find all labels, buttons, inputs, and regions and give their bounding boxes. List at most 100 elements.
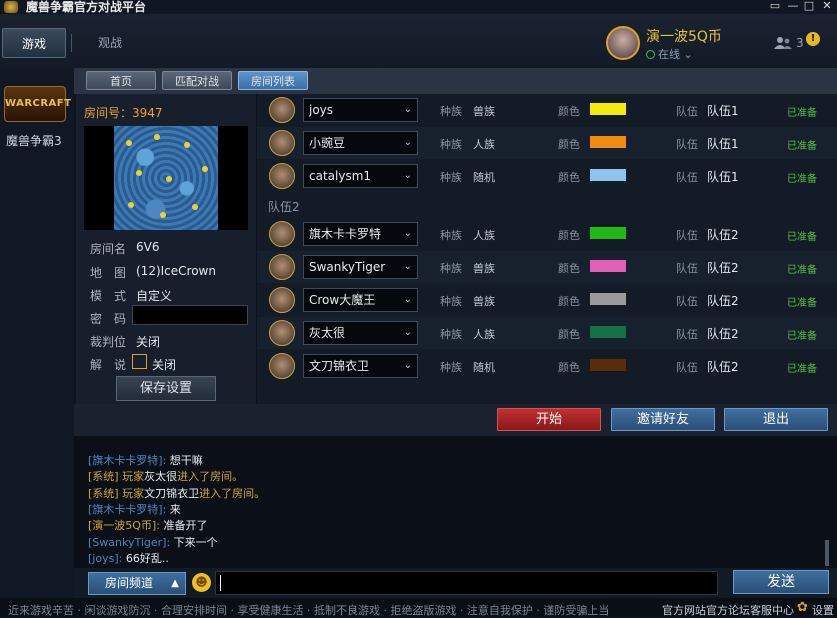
- player-name-select[interactable]: Crow大魔王 ⌄: [303, 288, 418, 312]
- race-label: 种族: [440, 262, 462, 275]
- ready-status: 已准备: [787, 364, 817, 375]
- send-button[interactable]: 发送: [733, 570, 829, 594]
- top-bar: 游戏 观战 演一波5Q币 在线 ⌄ 3 !: [0, 14, 837, 70]
- online-status-label: 在线 ⌄: [658, 48, 693, 61]
- exit-button[interactable]: 退出: [724, 408, 828, 431]
- password-field[interactable]: [132, 305, 248, 325]
- player-name-select[interactable]: 文刀锦衣卫 ⌄: [303, 354, 418, 378]
- username[interactable]: 演一波5Q币: [646, 26, 722, 46]
- chat-sender: [演一波5Q币]:: [88, 519, 160, 532]
- chat-sender: [SwankyTiger]:: [88, 536, 171, 549]
- chat-log[interactable]: [旗木卡卡罗特]: 想干嘛 [系统] 玩家灰太很进入了房间。 [系统] 玩家文刀…: [74, 436, 837, 568]
- race-label: 种族: [440, 171, 462, 184]
- player-avatar[interactable]: [269, 130, 295, 156]
- online-status[interactable]: 在线 ⌄: [646, 46, 693, 62]
- player-team: 队伍2: [707, 327, 739, 341]
- alert-icon[interactable]: !: [806, 32, 820, 46]
- player-avatar[interactable]: [269, 254, 295, 280]
- sidebar: WARCRAFT 魔兽争霸3: [0, 70, 74, 616]
- player-name: 灰太很: [309, 326, 346, 340]
- tab-watch[interactable]: 观战: [80, 28, 140, 58]
- chat-player-name: 灰太很: [144, 470, 178, 483]
- team-label: 队伍: [676, 138, 698, 151]
- tab-divider: [71, 34, 72, 52]
- sidebar-item-warcraft3[interactable]: 魔兽争霸3: [6, 132, 62, 149]
- chevron-down-icon: ⌄: [403, 228, 412, 239]
- player-list: joys ⌄ 种族 兽族 颜色 队伍 队伍1 已准备 小豌豆 ⌄ 种族 人族 颜色 队伍队…: [257, 94, 837, 404]
- map-preview: [84, 126, 248, 230]
- chat-text: 66好乱..: [122, 552, 169, 565]
- action-bar: 开始 邀请好友 退出: [74, 404, 837, 436]
- friends-icon[interactable]: [774, 36, 792, 50]
- commentary-checkbox[interactable]: [132, 354, 147, 369]
- chat-text: 想干嘛: [166, 454, 203, 467]
- player-race: 随机: [473, 361, 495, 374]
- player-name-select[interactable]: 灰太很 ⌄: [303, 321, 418, 345]
- save-settings-button[interactable]: 保存设置: [116, 376, 216, 401]
- color-label: 颜色: [558, 138, 580, 151]
- start-button[interactable]: 开始: [497, 408, 601, 431]
- color-label: 颜色: [558, 328, 580, 341]
- maximize-button[interactable]: □: [800, 0, 818, 14]
- channel-select[interactable]: 房间频道 ▲: [88, 572, 186, 595]
- sub-tabs: 首页 匹配对战 房间列表: [74, 68, 837, 94]
- player-team: 队伍2: [707, 294, 739, 308]
- player-color-swatch[interactable]: [590, 136, 626, 148]
- team-label: 队伍: [676, 295, 698, 308]
- player-avatar[interactable]: [269, 163, 295, 189]
- player-name-select[interactable]: SwankyTiger ⌄: [303, 255, 418, 279]
- user-avatar[interactable]: [606, 26, 640, 60]
- gear-icon[interactable]: ✿: [797, 600, 808, 615]
- channel-label: 房间频道: [105, 576, 154, 590]
- player-avatar[interactable]: [269, 287, 295, 313]
- tab-game[interactable]: 游戏: [2, 28, 66, 58]
- player-race: 随机: [473, 171, 495, 184]
- player-color-swatch[interactable]: [590, 227, 626, 239]
- title-bar: 魔兽争霸官方对战平台 ▭ — □ ✕: [0, 0, 837, 14]
- player-avatar[interactable]: [269, 221, 295, 247]
- chat-input[interactable]: [215, 571, 718, 595]
- warcraft-logo[interactable]: WARCRAFT: [4, 86, 71, 122]
- player-color-swatch[interactable]: [590, 103, 626, 115]
- tab-match[interactable]: 匹配对战: [162, 71, 232, 90]
- player-name: 文刀锦衣卫: [309, 359, 370, 373]
- player-race: 人族: [473, 138, 495, 151]
- chat-text: 进入了房间。: [177, 470, 244, 483]
- mode-label: 模 式: [90, 289, 127, 303]
- player-avatar[interactable]: [269, 320, 295, 346]
- tab-room-list[interactable]: 房间列表: [238, 71, 308, 90]
- player-color-swatch[interactable]: [590, 359, 626, 371]
- player-name: 小豌豆: [309, 136, 346, 150]
- player-name: joys: [309, 103, 334, 117]
- referee-label: 裁判位: [90, 335, 127, 349]
- ready-status: 已准备: [787, 298, 817, 309]
- race-label: 种族: [440, 105, 462, 118]
- player-avatar[interactable]: [269, 97, 295, 123]
- race-label: 种族: [440, 361, 462, 374]
- player-name-select[interactable]: catalysm1 ⌄: [303, 164, 418, 188]
- player-row: 旗木卡卡罗特 ⌄ 种族 人族 颜色 队伍 队伍2 已准备: [257, 218, 837, 250]
- team-label: 队伍: [676, 105, 698, 118]
- team-label: 队伍: [676, 328, 698, 341]
- invite-friends-button[interactable]: 邀请好友: [611, 408, 715, 431]
- map-gold-marker: [128, 202, 134, 208]
- restore-button[interactable]: ▭: [766, 0, 784, 14]
- player-color-swatch[interactable]: [590, 169, 626, 181]
- player-name: SwankyTiger: [309, 260, 386, 274]
- player-avatar[interactable]: [269, 353, 295, 379]
- player-name-select[interactable]: joys ⌄: [303, 98, 418, 122]
- player-name-select[interactable]: 小豌豆 ⌄: [303, 131, 418, 155]
- chat-scrollbar[interactable]: [825, 540, 829, 566]
- player-race: 兽族: [473, 295, 495, 308]
- player-color-swatch[interactable]: [590, 326, 626, 338]
- room-name-row: 房间名 6V6: [90, 240, 159, 257]
- room-name-label: 房间名: [90, 242, 127, 256]
- map-gold-marker: [202, 166, 208, 172]
- player-color-swatch[interactable]: [590, 293, 626, 305]
- emoji-icon[interactable]: ☻: [192, 573, 211, 592]
- tab-home[interactable]: 首页: [86, 71, 156, 90]
- player-color-swatch[interactable]: [590, 260, 626, 272]
- player-name-select[interactable]: 旗木卡卡罗特 ⌄: [303, 222, 418, 246]
- close-button[interactable]: ✕: [818, 0, 836, 14]
- status-bar: 近来游戏辛苦 · 闲谈游戏防沉 · 合理安排时间 · 享受健康生活 · 抵制不良…: [0, 598, 837, 617]
